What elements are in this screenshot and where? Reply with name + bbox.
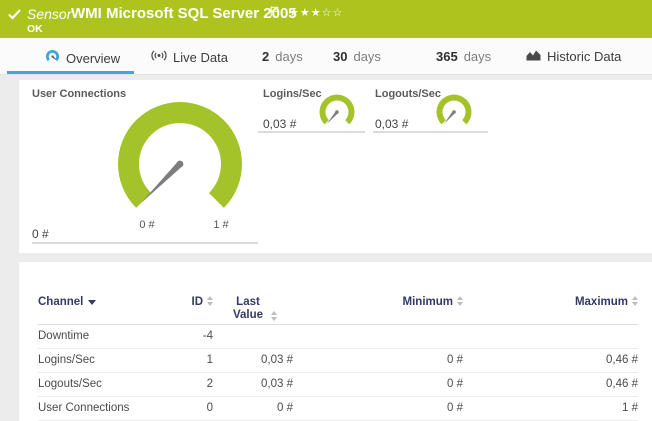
tab-overview[interactable]: Overview	[45, 49, 120, 67]
sensor-header-bar: Sensor WMI Microsoft SQL Server 2005 ★★★…	[0, 0, 652, 38]
active-tab-indicator	[7, 71, 134, 74]
tab-2-days-number: 2	[262, 49, 269, 64]
sort-icon	[457, 296, 463, 306]
sort-icon	[271, 311, 277, 321]
maximum-cell: 0,46 #	[463, 372, 638, 396]
last-value-cell: 0,03 #	[213, 372, 293, 396]
user-connections-scale-min: 0 #	[132, 219, 162, 231]
last-value-cell: 0,03 #	[213, 348, 293, 372]
channel-name-cell[interactable]: Logins/Sec	[38, 348, 168, 372]
logins-sec-value: 0,03 #	[263, 117, 296, 131]
sensor-kind-label: Sensor	[27, 6, 71, 22]
column-header-channel-label: Channel	[38, 296, 83, 308]
maximum-cell: 0,46 #	[463, 348, 638, 372]
id-cell: 1	[168, 348, 213, 372]
status-badge: OK	[27, 23, 43, 35]
logins-sec-label: Logins/Sec	[263, 88, 322, 100]
user-connections-gauge	[115, 100, 245, 220]
user-connections-label: User Connections	[32, 88, 126, 100]
area-chart-icon	[526, 49, 541, 64]
last-value-cell	[213, 324, 293, 348]
tab-live-data[interactable]: Live Data	[151, 49, 228, 65]
channel-name-cell[interactable]: Downtime	[38, 324, 168, 348]
id-cell: 0	[168, 396, 213, 420]
star-rating[interactable]: ★★★☆☆	[289, 6, 343, 19]
tab-365-days[interactable]: 365 days	[436, 49, 491, 64]
minimum-cell: 0 #	[293, 348, 463, 372]
gauge-needle	[140, 162, 182, 204]
tab-2-days-label: days	[275, 49, 302, 64]
tab-bar: Overview Live Data 2 days 30 days 365 da…	[0, 38, 652, 75]
tab-live-data-label: Live Data	[173, 50, 228, 65]
tile-divider	[373, 131, 488, 133]
table-row-logins-sec[interactable]: Logins/Sec 1 0,03 # 0 # 0,46 #	[38, 348, 638, 372]
logouts-sec-value: 0,03 #	[375, 117, 408, 131]
table-row-logouts-sec[interactable]: Logouts/Sec 2 0,03 # 0 # 0,46 #	[38, 372, 638, 396]
sort-icon	[207, 296, 213, 306]
channel-name-cell[interactable]: Logouts/Sec	[38, 372, 168, 396]
gauge-icon	[45, 49, 60, 67]
sort-icon	[632, 296, 638, 306]
tab-365-days-label: days	[464, 49, 491, 64]
sort-desc-icon	[88, 300, 96, 305]
user-connections-scale-max: 1 #	[206, 219, 236, 231]
user-connections-value: 0 #	[32, 227, 49, 241]
table-row-user-connections[interactable]: User Connections 0 0 # 0 # 1 #	[38, 396, 638, 420]
sensor-title: WMI Microsoft SQL Server 2005	[71, 5, 297, 22]
tab-2-days[interactable]: 2 days	[262, 49, 303, 64]
tab-overview-label: Overview	[66, 51, 120, 66]
column-header-last-value-label: Last Value	[229, 296, 267, 322]
column-header-last-value[interactable]: Last Value	[213, 280, 293, 324]
id-cell: 2	[168, 372, 213, 396]
last-value-cell: 0 #	[213, 396, 293, 420]
channels-table-panel: Channel ID Last Value Minimum Maximum Do…	[19, 262, 652, 421]
maximum-cell	[463, 324, 638, 348]
column-header-minimum-label: Minimum	[403, 296, 453, 308]
gauge-arc	[118, 102, 242, 208]
column-header-maximum[interactable]: Maximum	[463, 280, 638, 324]
column-header-id[interactable]: ID	[168, 280, 213, 324]
column-header-id-label: ID	[192, 296, 204, 308]
column-header-channel[interactable]: Channel	[38, 280, 168, 324]
gauge-arc	[320, 94, 355, 124]
overview-gauges-panel: User Connections 0 # 1 # 0 # Logins/Sec …	[19, 80, 652, 253]
channels-table: Channel ID Last Value Minimum Maximum Do…	[38, 280, 638, 421]
tab-30-days[interactable]: 30 days	[333, 49, 381, 64]
stars-filled[interactable]: ★★★	[289, 6, 322, 19]
channel-name-cell[interactable]: User Connections	[38, 396, 168, 420]
column-header-minimum[interactable]: Minimum	[293, 280, 463, 324]
maximum-cell: 1 #	[463, 396, 638, 420]
id-cell: -4	[168, 324, 213, 348]
minimum-cell	[293, 324, 463, 348]
tab-historic-data-label: Historic Data	[547, 49, 621, 64]
tab-365-days-number: 365	[436, 49, 458, 64]
logouts-sec-label: Logouts/Sec	[375, 88, 441, 100]
live-icon	[151, 49, 167, 65]
prtg-sensor-overview-page: { "header": { "kind": "Sensor", "title":…	[0, 0, 652, 421]
tab-30-days-number: 30	[333, 49, 347, 64]
status-ok-check-icon	[8, 7, 21, 25]
table-row-downtime[interactable]: Downtime -4	[38, 324, 638, 348]
stars-empty[interactable]: ☆☆	[322, 6, 344, 19]
tab-30-days-label: days	[353, 49, 380, 64]
tile-divider	[258, 131, 365, 133]
priority-flag-icon[interactable]	[270, 4, 279, 22]
column-header-maximum-label: Maximum	[575, 296, 628, 308]
minimum-cell: 0 #	[293, 396, 463, 420]
tab-historic-data[interactable]: Historic Data	[526, 49, 621, 64]
gauge-arc	[437, 94, 472, 124]
minimum-cell: 0 #	[293, 372, 463, 396]
tile-divider	[32, 242, 258, 244]
table-header-row: Channel ID Last Value Minimum Maximum	[38, 280, 638, 324]
